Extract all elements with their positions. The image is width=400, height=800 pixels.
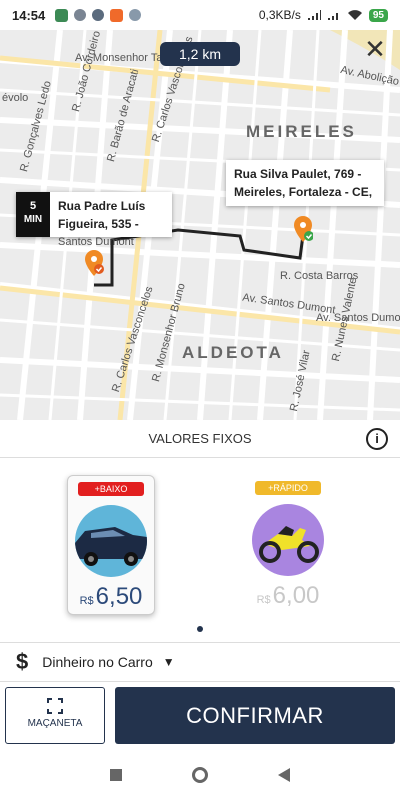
origin-address-line2: Figueira, 535 - [58,217,139,231]
origin-pin-icon[interactable] [84,250,104,276]
origin-address: Rua Padre Luís Figueira, 535 - [50,192,153,237]
confirm-button[interactable]: CONFIRMAR [115,687,395,744]
orange-app-notification-icon [110,8,124,22]
fixed-values-header: VALORES FIXOS [0,420,400,458]
status-right: 0,3KB/s 95 [259,8,388,22]
maçaneta-label: MAÇANETA [27,718,83,729]
expand-corners-icon [47,698,63,714]
eta-box: 5 MIN [16,192,50,237]
destination-address-line1: Rua Silva Paulet, 769 - [234,167,362,181]
option-motorcycle[interactable]: +RÁPIDO R$6,00 [244,475,332,615]
app-notification-icon [74,9,87,21]
option-price-car: R$6,50 [68,583,154,611]
dollar-icon: $ [16,649,29,674]
app-screen: 14:54 0,3KB/s 95 Av. Monsenhor Tabosa Av… [0,0,400,800]
notification-icons [55,8,142,22]
eta-value: 5 [29,200,37,212]
motorcycle-icon [252,504,324,576]
origin-address-line1: Rua Padre Luís [58,199,146,213]
misc-notification-icon [129,9,142,21]
status-time: 14:54 [12,7,46,23]
recent-apps-icon[interactable] [110,769,122,781]
signal2-icon [327,13,338,20]
price-value: 6,00 [272,582,320,609]
destination-pin-icon[interactable] [293,216,313,242]
option-badge-faster: +RÁPIDO [255,481,321,495]
chevron-down-icon: ▼ [162,655,175,669]
home-icon[interactable] [192,767,208,783]
close-icon[interactable]: ✕ [362,36,388,62]
option-car[interactable]: +BAIXO R$6,50 [67,475,155,615]
gallery-notification-icon [55,8,69,22]
network-speed: 0,3KB/s [258,8,301,22]
info-icon[interactable]: i [366,428,388,450]
neighborhood-label: MEIRELES [246,122,357,141]
payment-method-label: Dinheiro no Carro [42,654,153,670]
eta-unit: MIN [23,214,43,225]
currency-symbol: R$ [79,595,94,607]
street-label: évolo [2,92,29,104]
wifi-icon [347,10,362,20]
system-nav-bar [0,750,400,800]
battery-level: 95 [368,8,388,22]
car-icon [75,505,147,577]
destination-callout[interactable]: Rua Silva Paulet, 769 - Meireles, Fortal… [226,160,384,206]
pager-dot [197,626,203,632]
back-icon[interactable] [278,768,290,782]
currency-symbol: R$ [256,594,271,606]
destination-address-line2: Meireles, Fortaleza - CE, [234,185,373,199]
status-bar: 14:54 0,3KB/s 95 [0,0,400,30]
map-view[interactable]: Av. Monsenhor Tabosa Av. Abolição évolo … [0,30,400,420]
option-price-motorcycle: R$6,00 [244,582,332,610]
origin-callout[interactable]: 5 MIN Rua Padre Luís Figueira, 535 - [16,192,172,237]
payment-method-selector[interactable]: $ Dinheiro no Carro ▼ [0,642,400,682]
maçaneta-button[interactable]: MAÇANETA [5,687,105,744]
price-value: 6,50 [95,583,143,610]
neighborhood-label: ALDEOTA [182,343,284,362]
street-label: Santos Dumont [58,236,134,248]
route-distance-badge: 1,2 km [160,42,240,66]
ride-options-panel: VALORES FIXOS i +BAIXO R$6,50 +RÁPIDO R$… [0,420,400,750]
nav-notification-icon [92,9,105,21]
signal-icon [307,10,321,20]
street-label: Av. Santos Dumont [316,312,400,324]
option-badge-cheaper: +BAIXO [78,482,144,496]
fixed-values-title: VALORES FIXOS [148,431,252,446]
